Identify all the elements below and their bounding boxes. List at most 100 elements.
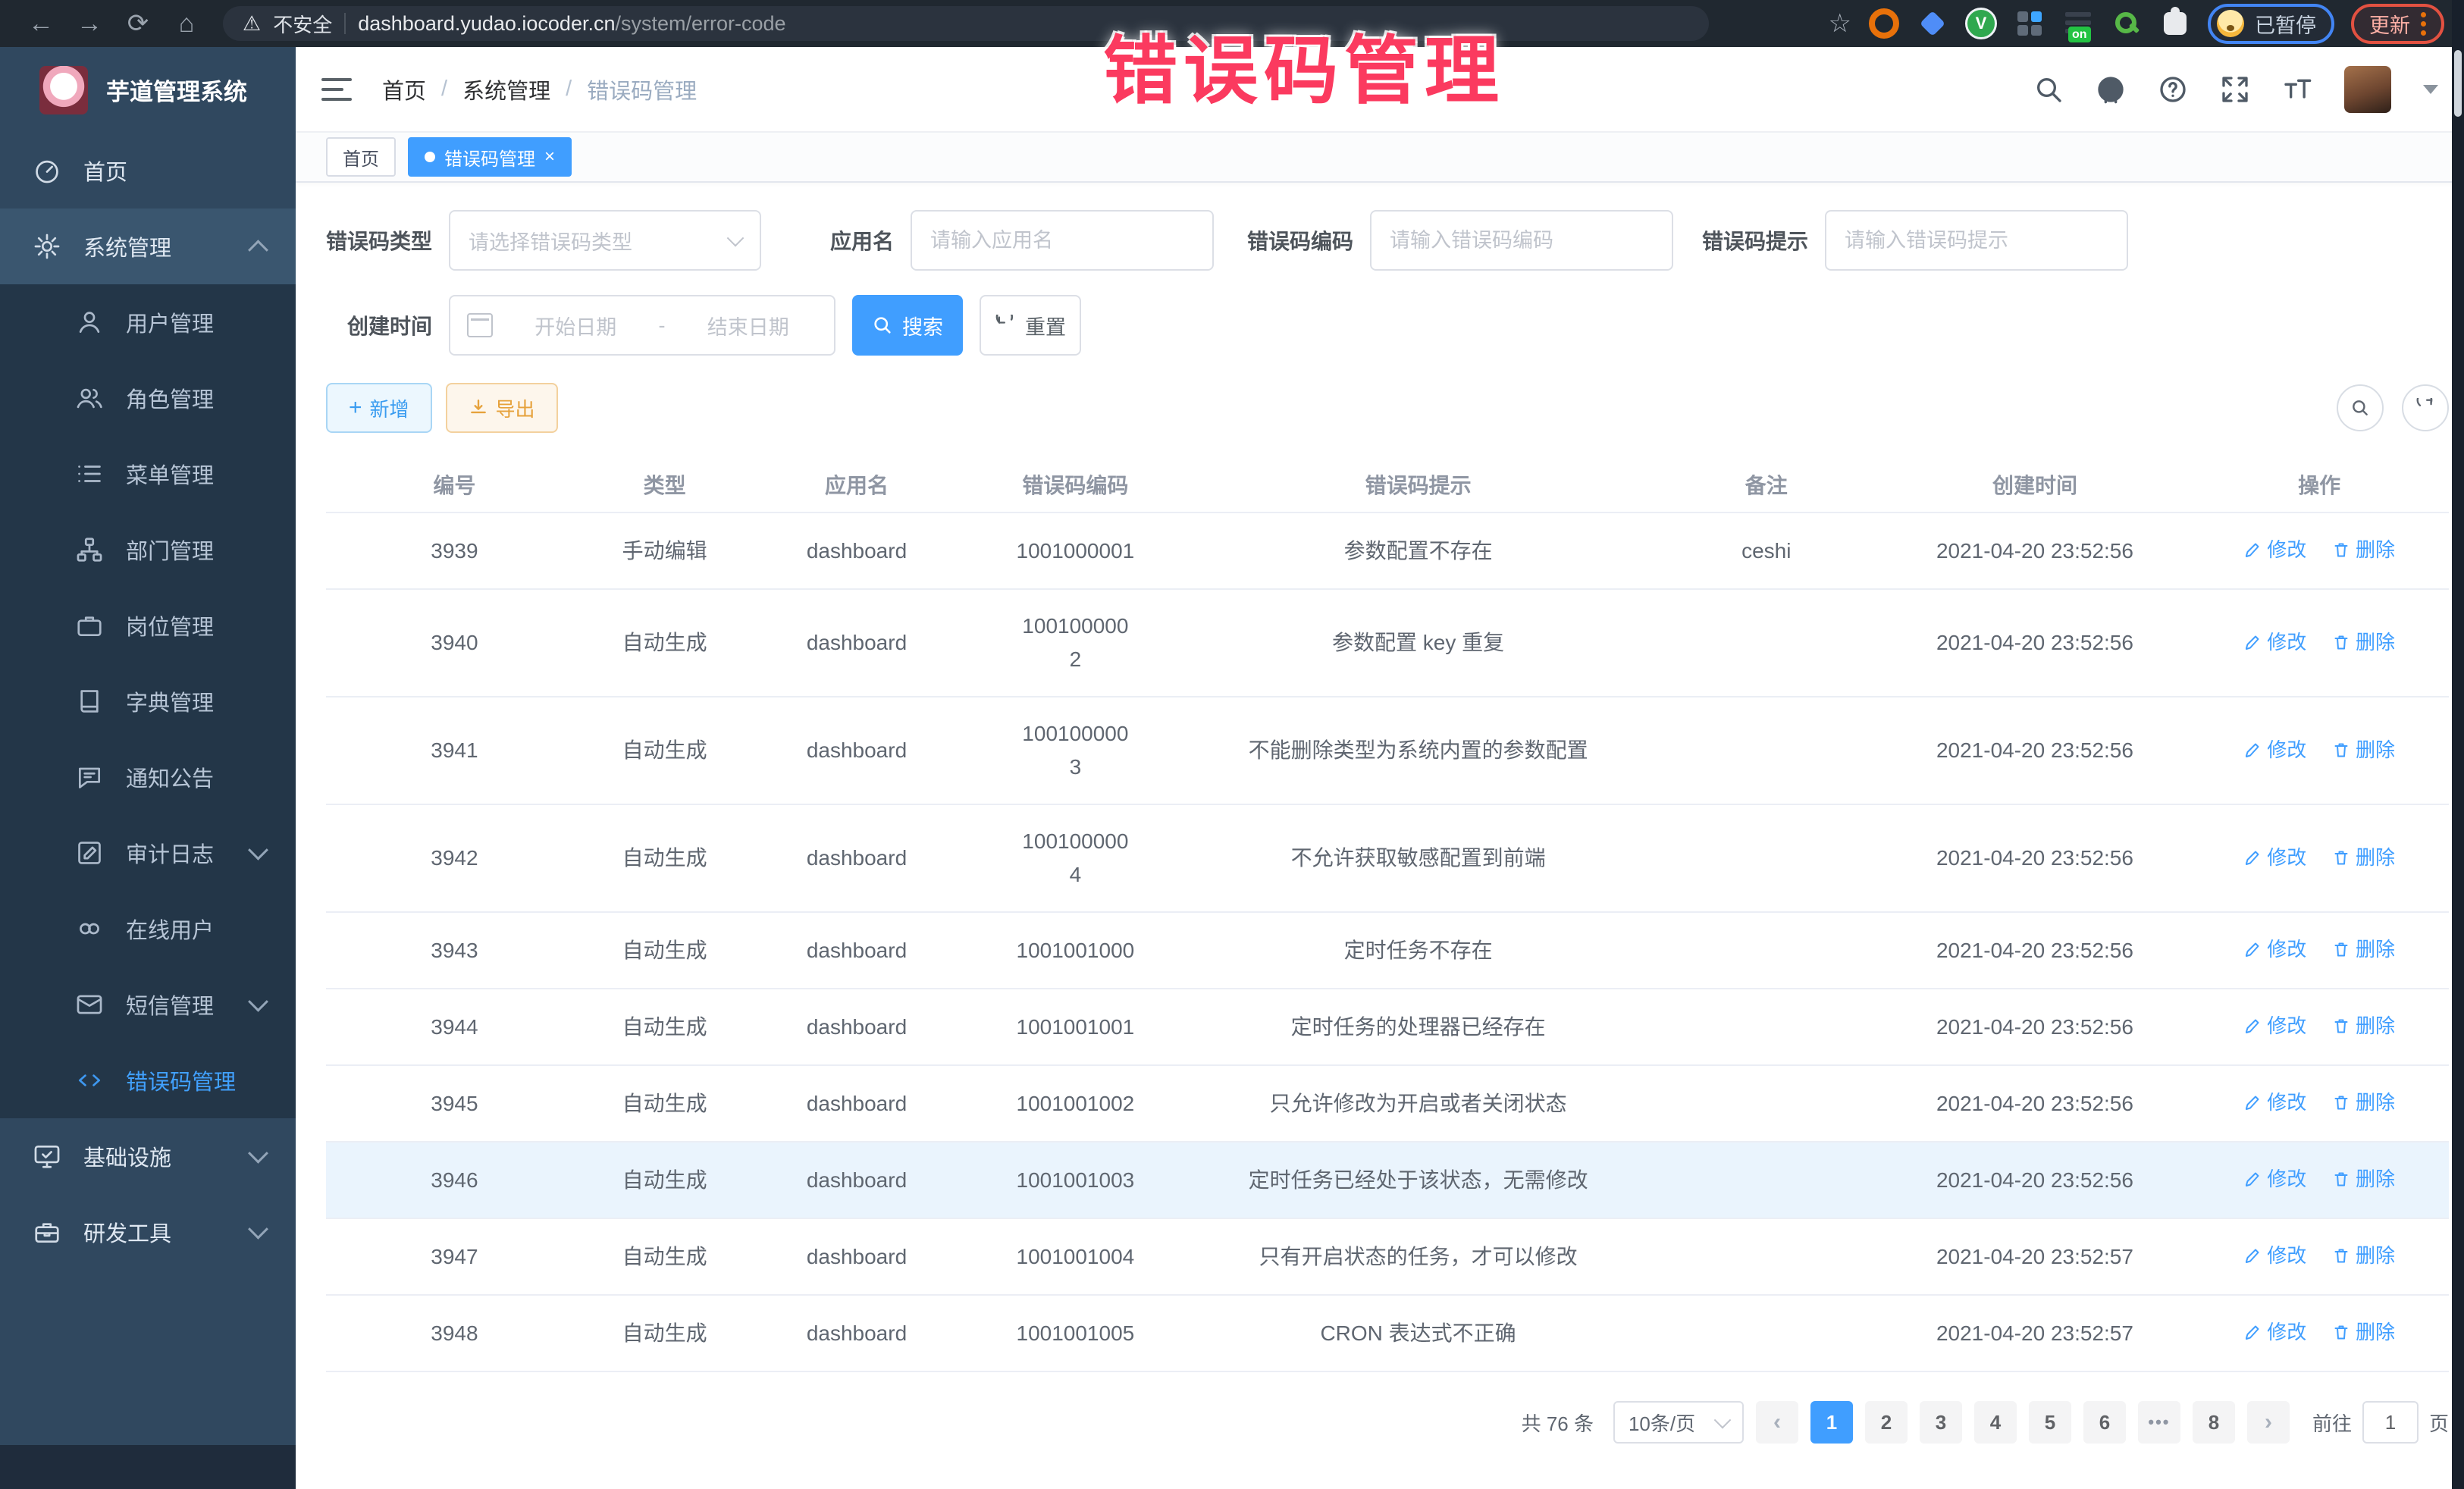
- extension-tampermonkey-on-icon[interactable]: on: [2062, 8, 2094, 39]
- prev-page-button[interactable]: ‹: [1756, 1401, 1798, 1444]
- edit-link[interactable]: 修改: [2243, 1239, 2306, 1272]
- extension-grid-icon[interactable]: [2014, 8, 2045, 39]
- delete-link[interactable]: 删除: [2332, 533, 2395, 566]
- delete-link[interactable]: 删除: [2332, 933, 2395, 966]
- table-row[interactable]: 3948 自动生成 dashboard 1001001005 CRON 表达式不…: [326, 1296, 2449, 1372]
- edit-link[interactable]: 修改: [2243, 1162, 2306, 1196]
- breadcrumb-system[interactable]: 系统管理: [462, 74, 550, 105]
- page-more-icon[interactable]: •••: [2138, 1401, 2180, 1444]
- profile-paused-badge[interactable]: 已暂停: [2208, 4, 2334, 44]
- date-range-picker[interactable]: 开始日期 - 结束日期: [449, 295, 835, 356]
- error-type-select[interactable]: 请选择错误码类型: [449, 210, 761, 271]
- browser-back-icon[interactable]: ←: [20, 6, 62, 41]
- sidebar-item-用户管理[interactable]: 用户管理: [0, 284, 296, 360]
- edit-link[interactable]: 修改: [2243, 841, 2306, 874]
- sidebar-item-部门管理[interactable]: 部门管理: [0, 512, 296, 588]
- edit-link[interactable]: 修改: [2243, 1315, 2306, 1349]
- table-row[interactable]: 3944 自动生成 dashboard 1001001001 定时任务的处理器已…: [326, 989, 2449, 1066]
- edit-link[interactable]: 修改: [2243, 733, 2306, 766]
- page-button-2[interactable]: 2: [1865, 1401, 1908, 1444]
- table-row[interactable]: 3939 手动编辑 dashboard 1001000001 参数配置不存在 c…: [326, 513, 2449, 590]
- sidebar-item-在线用户[interactable]: 在线用户: [0, 891, 296, 967]
- page-button-4[interactable]: 4: [1974, 1401, 2017, 1444]
- tag-首页[interactable]: 首页: [326, 137, 396, 177]
- sidebar-item-研发工具[interactable]: 研发工具: [0, 1194, 296, 1270]
- toggle-search-icon[interactable]: [2337, 384, 2384, 431]
- export-button[interactable]: 导出: [446, 383, 558, 433]
- github-icon[interactable]: [2096, 74, 2126, 105]
- table-row[interactable]: 3943 自动生成 dashboard 1001001000 定时任务不存在 2…: [326, 913, 2449, 989]
- sidebar-item-岗位管理[interactable]: 岗位管理: [0, 588, 296, 663]
- sidebar-item-系统管理[interactable]: 系统管理: [0, 208, 296, 284]
- edit-link[interactable]: 修改: [2243, 933, 2306, 966]
- delete-link[interactable]: 删除: [2332, 841, 2395, 874]
- tag-错误码管理[interactable]: 错误码管理×: [408, 137, 572, 177]
- chevron-down-icon[interactable]: [2423, 85, 2438, 94]
- search-button[interactable]: 搜索: [852, 295, 963, 356]
- delete-link[interactable]: 删除: [2332, 733, 2395, 766]
- extension-blue-gem-icon[interactable]: [1917, 8, 1948, 39]
- user-avatar[interactable]: [2344, 66, 2391, 113]
- browser-menu-dots-icon[interactable]: [2421, 12, 2426, 36]
- delete-link[interactable]: 删除: [2332, 1086, 2395, 1119]
- edit-link[interactable]: 修改: [2243, 625, 2306, 659]
- browser-update-button[interactable]: 更新: [2351, 4, 2444, 44]
- sidebar-item-审计日志[interactable]: 审计日志: [0, 815, 296, 891]
- table-row[interactable]: 3947 自动生成 dashboard 1001001004 只有开启状态的任务…: [326, 1219, 2449, 1296]
- search-icon[interactable]: [2033, 74, 2064, 105]
- fullscreen-icon[interactable]: [2220, 74, 2250, 105]
- window-scrollbar-thumb[interactable]: [2454, 50, 2462, 117]
- sidebar-item-字典管理[interactable]: 字典管理: [0, 663, 296, 739]
- breadcrumb-home[interactable]: 首页: [382, 74, 426, 105]
- delete-link[interactable]: 删除: [2332, 1162, 2395, 1196]
- error-code-input[interactable]: [1370, 210, 1673, 271]
- edit-link[interactable]: 修改: [2243, 533, 2306, 566]
- table-row[interactable]: 3946 自动生成 dashboard 1001001003 定时任务已经处于该…: [326, 1143, 2449, 1219]
- page-size-select[interactable]: 10条/页: [1613, 1401, 1744, 1444]
- page-button-6[interactable]: 6: [2083, 1401, 2126, 1444]
- delete-link[interactable]: 删除: [2332, 625, 2395, 659]
- browser-reload-icon[interactable]: ⟳: [117, 6, 159, 41]
- page-button-1[interactable]: 1: [1810, 1401, 1853, 1444]
- page-button-5[interactable]: 5: [2029, 1401, 2071, 1444]
- table-row[interactable]: 3940 自动生成 dashboard 100100000 2 参数配置 key…: [326, 590, 2449, 697]
- extension-key-icon[interactable]: [2111, 8, 2143, 39]
- window-scrollbar-track[interactable]: [2452, 0, 2464, 1489]
- page-url[interactable]: dashboard.yudao.iocoder.cn/system/error-…: [358, 12, 785, 36]
- bookmark-star-icon[interactable]: ☆: [1829, 8, 1851, 39]
- browser-forward-icon[interactable]: →: [68, 6, 111, 41]
- error-msg-input[interactable]: [1825, 210, 2128, 271]
- font-size-icon[interactable]: [2282, 74, 2312, 105]
- edit-link[interactable]: 修改: [2243, 1086, 2306, 1119]
- edit-link[interactable]: 修改: [2243, 1009, 2306, 1042]
- sidebar-item-错误码管理[interactable]: 错误码管理: [0, 1042, 296, 1118]
- reset-button[interactable]: 重置: [980, 295, 1081, 356]
- extensions-puzzle-icon[interactable]: [2159, 8, 2191, 39]
- page-button-8[interactable]: 8: [2193, 1401, 2235, 1444]
- add-button[interactable]: + 新增: [326, 383, 432, 433]
- delete-link[interactable]: 删除: [2332, 1239, 2395, 1272]
- page-button-3[interactable]: 3: [1920, 1401, 1962, 1444]
- sidebar-item-角色管理[interactable]: 角色管理: [0, 360, 296, 436]
- table-row[interactable]: 3942 自动生成 dashboard 100100000 4 不允许获取敏感配…: [326, 805, 2449, 913]
- delete-link[interactable]: 删除: [2332, 1315, 2395, 1349]
- table-row[interactable]: 3941 自动生成 dashboard 100100000 3 不能删除类型为系…: [326, 697, 2449, 805]
- refresh-icon[interactable]: [2402, 384, 2449, 431]
- sidebar-item-首页[interactable]: 首页: [0, 133, 296, 208]
- delete-link[interactable]: 删除: [2332, 1009, 2395, 1042]
- goto-page-input[interactable]: [2362, 1401, 2419, 1444]
- sidebar-item-通知公告[interactable]: 通知公告: [0, 739, 296, 815]
- sidebar-collapse-icon[interactable]: [321, 78, 352, 101]
- sidebar-item-菜单管理[interactable]: 菜单管理: [0, 436, 296, 512]
- app-name-input[interactable]: [911, 210, 1214, 271]
- extension-orange-ring-icon[interactable]: [1868, 8, 1900, 39]
- next-page-button[interactable]: ›: [2247, 1401, 2290, 1444]
- tag-close-icon[interactable]: ×: [544, 148, 555, 166]
- sidebar-item-基础设施[interactable]: 基础设施: [0, 1118, 296, 1194]
- sidebar-item-短信管理[interactable]: 短信管理: [0, 967, 296, 1042]
- help-icon[interactable]: [2158, 74, 2188, 105]
- sidebar-logo-row[interactable]: 芋道管理系统: [0, 47, 296, 133]
- extension-green-v-icon[interactable]: V: [1965, 8, 1997, 39]
- table-row[interactable]: 3945 自动生成 dashboard 1001001002 只允许修改为开启或…: [326, 1066, 2449, 1143]
- browser-home-icon[interactable]: ⌂: [165, 6, 208, 41]
